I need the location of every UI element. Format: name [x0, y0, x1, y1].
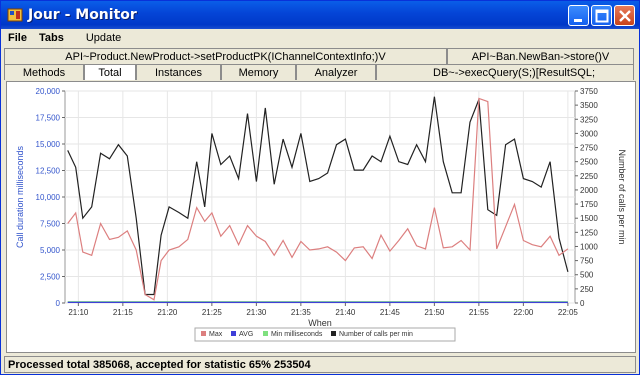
y-left-tick-label: 7,500 [40, 220, 61, 229]
y-left-tick-label: 20,000 [36, 87, 61, 96]
menu-update[interactable]: Update [80, 32, 127, 44]
y-right-tick-label: 500 [580, 271, 594, 280]
y-right-tick-label: 1750 [580, 200, 598, 209]
tab-label: Memory [238, 66, 279, 79]
tab-label: Analyzer [314, 66, 358, 79]
y-right-axis-label: Number of calls per min [617, 149, 627, 244]
legend-label-avg: AVG [239, 331, 253, 338]
y-left-tick-label: 12,500 [36, 167, 61, 176]
x-tick-label: 21:10 [68, 308, 89, 317]
x-tick-label: 21:40 [335, 308, 356, 317]
tab-label: Methods [22, 66, 66, 79]
tab-ban-store[interactable]: API~Ban.NewBan->store()V [447, 48, 634, 64]
x-tick-label: 22:00 [513, 308, 534, 317]
x-tick-label: 22:05 [558, 308, 579, 317]
tab-methods[interactable]: Methods [4, 64, 84, 80]
tab-label: API~Product.NewProduct->setProductPK(ICh… [65, 50, 386, 63]
status-text: Processed total 385068, accepted for sta… [8, 358, 311, 371]
x-tick-label: 21:50 [424, 308, 445, 317]
y-right-tick-label: 1250 [580, 228, 598, 237]
y-right-tick-label: 750 [580, 257, 594, 266]
y-right-tick-label: 1500 [580, 214, 598, 223]
timing-chart: 0 2,500 5,000 7,500 10,000 12,500 15,000 17,500… [15, 87, 627, 342]
y-left-tick-label: 5,000 [40, 246, 61, 255]
legend-swatch-avg [231, 331, 236, 336]
y-left-tick-label: 10,000 [36, 193, 61, 202]
legend-label-min-milliseconds: Min milliseconds [271, 331, 323, 338]
menu-tabs[interactable]: Tabs [33, 32, 70, 44]
tab-total[interactable]: Total [84, 64, 136, 80]
menu-file[interactable]: File [2, 32, 33, 44]
y-right-tick-label: 3000 [580, 129, 598, 138]
tab-label: Total [98, 66, 122, 79]
tab-instances[interactable]: Instances [136, 64, 221, 80]
y-left-tick-label: 2,500 [40, 273, 61, 282]
x-tick-label: 21:35 [291, 308, 312, 317]
legend-swatch-min-milliseconds [263, 331, 268, 336]
y-left-tick-label: 0 [56, 299, 61, 308]
method-tab-row-2: Methods Total Instances Memory Analyzer … [4, 64, 634, 80]
legend-label-number-of-calls-per-min: Number of calls per min [339, 331, 413, 338]
title-bar[interactable]: Jour - Monitor [1, 1, 639, 29]
y-right-tick-label: 250 [580, 285, 594, 294]
legend-swatch-max [201, 331, 206, 336]
tab-product-setproductpk[interactable]: API~Product.NewProduct->setProductPK(ICh… [4, 48, 447, 64]
x-tick-label: 21:55 [469, 308, 490, 317]
y-right-tick-label: 2000 [580, 186, 598, 195]
close-button[interactable] [614, 5, 635, 26]
chart-panel: 0 2,500 5,000 7,500 10,000 12,500 15,000 17,500… [6, 81, 636, 353]
minimize-icon [574, 19, 582, 22]
status-bar: Processed total 385068, accepted for sta… [4, 356, 636, 373]
y-right-tick-label: 0 [580, 299, 585, 308]
x-tick-label: 21:15 [113, 308, 134, 317]
tab-label: Instances [154, 66, 203, 79]
tab-db-execquery[interactable]: DB~->execQuery(S;)[ResultSQL; [376, 64, 634, 80]
x-tick-label: 21:45 [380, 308, 401, 317]
x-tick-label: 21:25 [202, 308, 223, 317]
minimize-button[interactable] [568, 5, 589, 26]
y-left-axis-label: Call duration milliseconds [15, 145, 25, 248]
y-right-tick-label: 2750 [580, 144, 598, 153]
close-icon [619, 10, 631, 22]
tab-memory[interactable]: Memory [221, 64, 296, 80]
x-tick-label: 21:30 [246, 308, 267, 317]
app-icon [7, 8, 23, 22]
y-left-tick-label: 17,500 [36, 114, 61, 123]
y-right-tick-label: 2500 [580, 158, 598, 167]
y-right-tick-label: 2250 [580, 172, 598, 181]
method-tab-row-1: API~Product.NewProduct->setProductPK(ICh… [4, 48, 634, 64]
y-right-tick-label: 1000 [580, 242, 598, 251]
window-title: Jour - Monitor [28, 7, 137, 23]
tab-label: API~Ban.NewBan->store()V [471, 50, 610, 63]
legend-label-max: Max [209, 331, 223, 338]
y-right-tick-label: 3500 [580, 101, 598, 110]
y-left-tick-label: 15,000 [36, 140, 61, 149]
monitor-window: Jour - Monitor File Tabs Update API~Prod… [0, 0, 640, 375]
maximize-button[interactable] [591, 5, 612, 26]
menu-bar: File Tabs Update [2, 29, 638, 47]
x-axis-label: When [308, 318, 332, 328]
tab-label: DB~->execQuery(S;)[ResultSQL; [433, 66, 596, 79]
tab-analyzer[interactable]: Analyzer [296, 64, 376, 80]
x-tick-label: 21:20 [157, 308, 178, 317]
maximize-icon [595, 9, 609, 23]
legend-swatch-number-of-calls-per-min [331, 331, 336, 336]
y-right-tick-label: 3250 [580, 115, 598, 124]
y-right-tick-label: 3750 [580, 87, 598, 96]
